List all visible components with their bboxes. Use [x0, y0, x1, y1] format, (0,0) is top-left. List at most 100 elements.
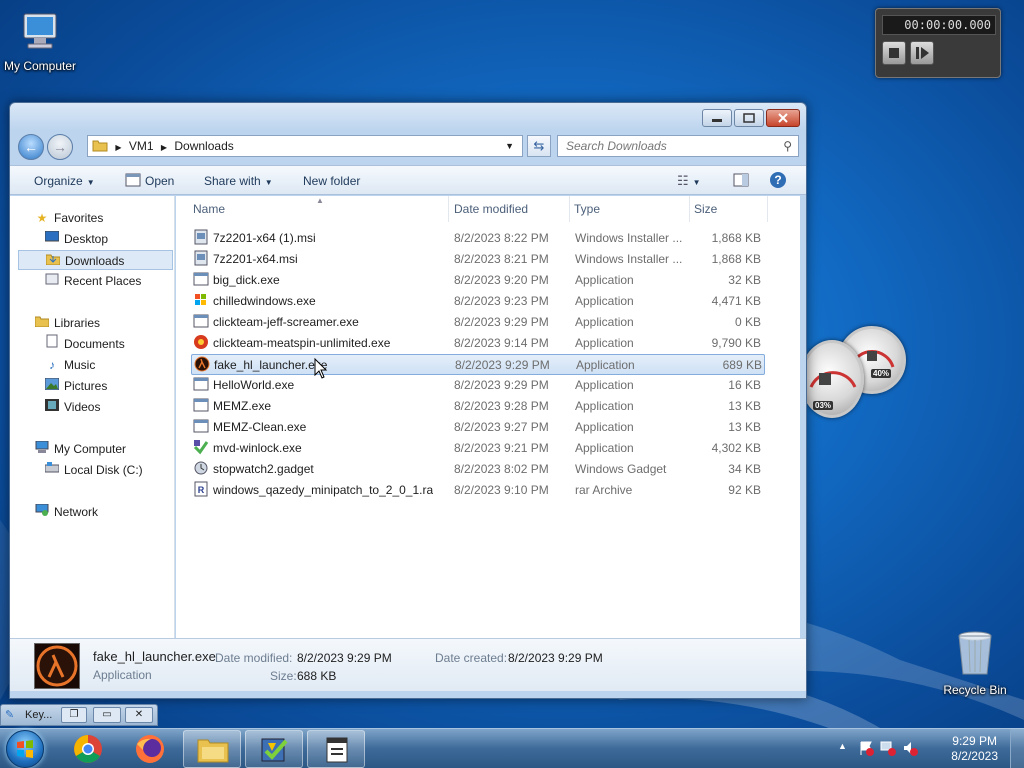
minimized-window[interactable]: ✎ Key... ❐ ▭ ✕ [0, 704, 158, 726]
column-header-type[interactable]: Type [574, 196, 690, 222]
my-computer-desktop-icon[interactable]: My Computer [0, 10, 80, 73]
nav-downloads[interactable]: Downloads [18, 250, 173, 270]
back-button[interactable]: ← [18, 134, 44, 160]
nav-local-disk[interactable]: Local Disk (C:) [44, 460, 143, 480]
file-type: Windows Gadget [575, 462, 667, 476]
file-row[interactable]: MEMZ.exe 8/2/2023 9:28 PM Application 13 KB [191, 396, 765, 417]
address-bar[interactable]: ▶ VM1 ▶ Downloads ▼ [87, 135, 523, 157]
file-size: 9,790 KB [711, 336, 761, 350]
notepad-taskbar-button[interactable] [307, 730, 365, 768]
file-name: mvd-winlock.exe [213, 441, 302, 455]
cpu-meter[interactable]: 03% [800, 340, 864, 418]
file-row[interactable]: stopwatch2.gadget 8/2/2023 8:02 PM Windows… [191, 459, 765, 480]
open-button[interactable]: Open [125, 166, 174, 196]
nav-my-computer[interactable]: My Computer [34, 439, 126, 459]
file-type: Application [575, 399, 634, 413]
file-date: 8/2/2023 8:21 PM [454, 252, 549, 266]
chrome-taskbar-button[interactable] [59, 730, 117, 768]
file-row[interactable]: mvd-winlock.exe 8/2/2023 9:21 PM Applicati… [191, 438, 765, 459]
clock[interactable]: 9:29 PM 8/2/2023 [951, 734, 998, 764]
file-row[interactable]: clickteam-jeff-screamer.exe 8/2/2023 9:29… [191, 312, 765, 333]
maximize-button[interactable]: ▭ [93, 707, 121, 723]
nav-music[interactable]: ♪ Music [44, 355, 95, 375]
stopwatch-play-button[interactable] [910, 41, 934, 65]
forward-button[interactable]: → [47, 134, 73, 160]
network-status-icon[interactable] [880, 740, 896, 759]
file-row[interactable]: Rwindows_qazedy_minipatch_to_2_0_1.rar 8/… [191, 480, 765, 501]
show-hidden-icons-button[interactable]: ▲ [838, 741, 847, 751]
file-size: 13 KB [728, 399, 761, 413]
file-list: Name ▲ Date modified Type Size 7z2201-x64… [176, 196, 800, 638]
preview-pane-button[interactable] [733, 166, 749, 196]
nav-libraries[interactable]: Libraries [34, 313, 100, 333]
start-button[interactable] [6, 730, 44, 768]
breadcrumb-downloads[interactable]: Downloads [174, 139, 233, 153]
action-center-taskbar-button[interactable] [245, 730, 303, 768]
file-name: clickteam-meatspin-unlimited.exe [213, 336, 391, 350]
file-date: 8/2/2023 8:02 PM [454, 462, 549, 476]
stopwatch-stop-button[interactable] [882, 41, 906, 65]
address-dropdown-icon[interactable]: ▼ [505, 136, 514, 156]
recycle-bin-desktop-icon[interactable]: Recycle Bin [935, 630, 1015, 697]
explorer-window[interactable]: ← → ▶ VM1 ▶ Downloads ▼ ⇆ Search Downloa… [9, 102, 807, 699]
explorer-taskbar-button[interactable] [183, 730, 241, 768]
stopwatch-gadget[interactable]: 00:00:00.000 [875, 8, 1001, 78]
file-row[interactable]: clickteam-meatspin-unlimited.exe 8/2/2023… [191, 333, 765, 354]
maximize-icon: ▭ [102, 709, 112, 720]
play-pause-icon [916, 47, 929, 59]
keyboard-icon: ✎ [5, 709, 15, 721]
column-header-size[interactable]: Size [694, 196, 768, 222]
organize-label: Organize [34, 174, 83, 188]
column-header-name[interactable]: Name ▲ [193, 196, 449, 222]
view-list-icon: ☷ [677, 173, 689, 188]
show-desktop-button[interactable] [1010, 729, 1024, 768]
mouse-cursor [314, 358, 328, 379]
nav-desktop[interactable]: Desktop [44, 229, 108, 249]
file-row[interactable]: MEMZ-Clean.exe 8/2/2023 9:27 PM Applicatio… [191, 417, 765, 438]
installer-icon [193, 250, 209, 266]
file-name: 7z2201-x64.msi [213, 252, 298, 266]
close-icon [778, 113, 788, 123]
file-row[interactable]: HelloWorld.exe 8/2/2023 9:29 PM Applicatio… [191, 375, 765, 396]
minimize-icon [712, 119, 722, 122]
file-row[interactable]: big_dick.exe 8/2/2023 9:20 PM Application 3… [191, 270, 765, 291]
nav-documents[interactable]: Documents [44, 334, 125, 354]
close-button[interactable]: ✕ [125, 707, 153, 723]
organize-button[interactable]: Organize ▼ [34, 166, 95, 196]
maximize-button[interactable] [734, 109, 764, 127]
downloads-folder-icon [45, 251, 61, 271]
close-button[interactable] [766, 109, 800, 127]
share-with-button[interactable]: Share with ▼ [204, 166, 273, 196]
folder-icon [92, 140, 108, 152]
details-date-created: 8/2/2023 9:29 PM [508, 651, 603, 665]
refresh-button[interactable]: ⇆ [527, 135, 551, 157]
restore-icon: ❐ [69, 709, 79, 720]
help-button[interactable]: ? [769, 166, 787, 196]
file-type: Application [575, 378, 634, 392]
file-row[interactable]: fake_hl_launcher.exe 8/2/2023 9:29 PM Appl… [191, 354, 765, 375]
file-row[interactable]: 7z2201-x64 (1).msi 8/2/2023 8:22 PM Window… [191, 228, 765, 249]
new-folder-button[interactable]: New folder [303, 166, 360, 196]
libraries-icon [34, 313, 50, 333]
minimize-button[interactable] [702, 109, 732, 127]
preview-pane-icon [733, 173, 749, 187]
file-row[interactable]: chilledwindows.exe 8/2/2023 9:23 PM Applic… [191, 291, 765, 312]
firefox-taskbar-button[interactable] [121, 730, 179, 768]
restore-button[interactable]: ❐ [61, 707, 87, 723]
nav-pictures[interactable]: Pictures [44, 376, 107, 396]
nav-favorites[interactable]: ★ Favorites [34, 208, 104, 228]
column-header-date[interactable]: Date modified [454, 196, 570, 222]
change-view-button[interactable]: ☷ ▼ [677, 166, 701, 196]
command-bar: Organize ▼ Open Share with ▼ New folder ☷ ▼… [10, 165, 806, 195]
nav-network[interactable]: Network [34, 502, 98, 522]
action-center-flag-icon[interactable] [858, 740, 874, 759]
volume-muted-icon[interactable] [902, 740, 918, 759]
breadcrumb-vm1[interactable]: VM1 [129, 139, 154, 153]
file-name-cell: stopwatch2.gadget [193, 459, 433, 480]
search-input[interactable]: Search Downloads ⚲ [557, 135, 799, 157]
title-bar[interactable] [10, 103, 806, 131]
file-name: MEMZ-Clean.exe [213, 420, 307, 434]
nav-recent-places[interactable]: Recent Places [44, 271, 141, 291]
nav-videos[interactable]: Videos [44, 397, 100, 417]
file-row[interactable]: 7z2201-x64.msi 8/2/2023 8:21 PM Windows In… [191, 249, 765, 270]
